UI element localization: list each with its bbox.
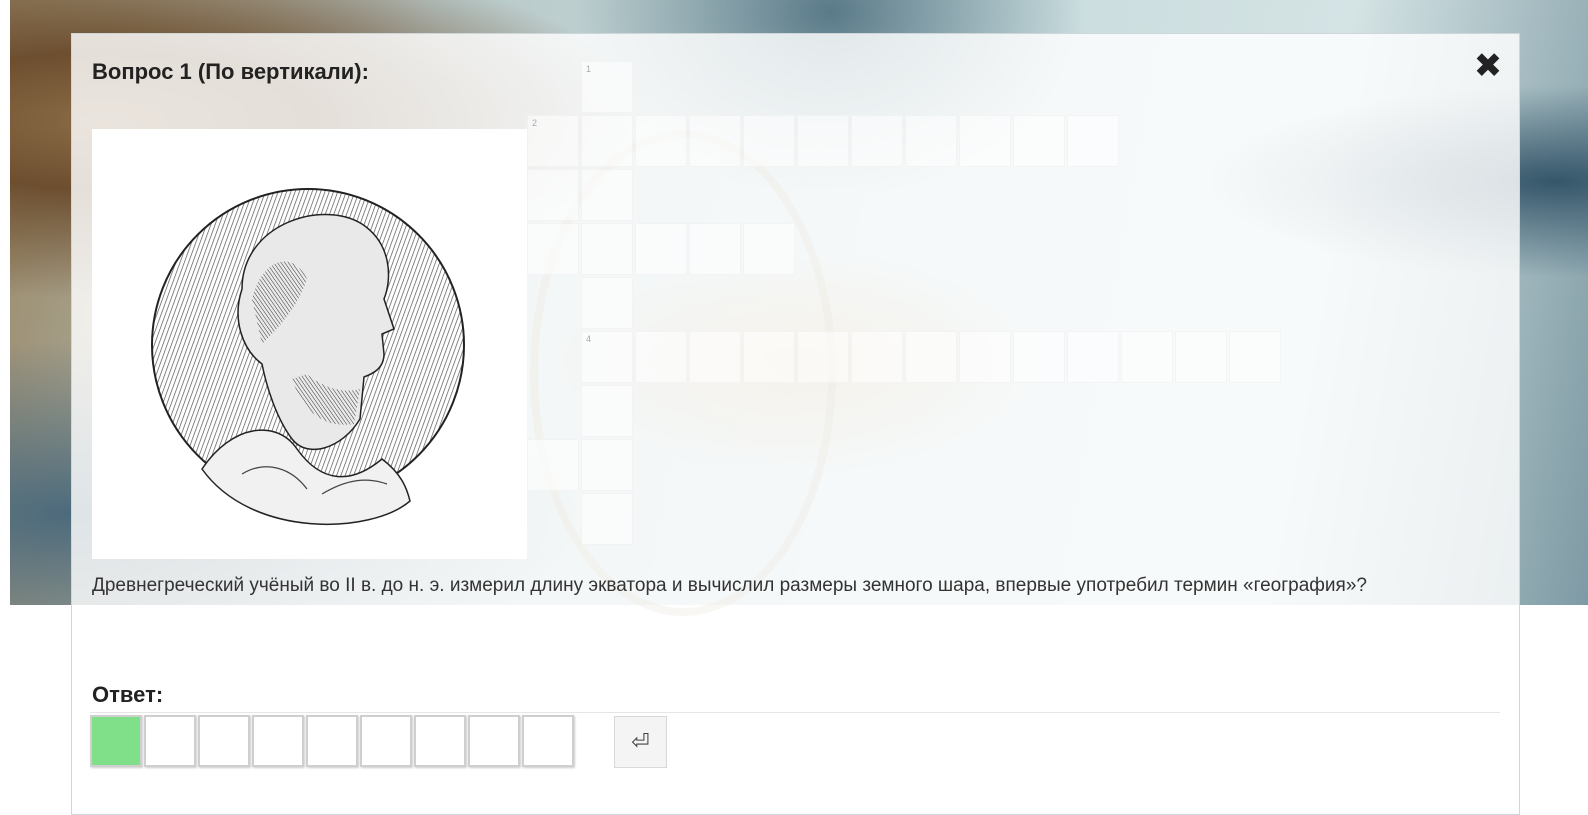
answer-label: Ответ: xyxy=(92,682,164,707)
crossword-cell[interactable] xyxy=(959,115,1011,167)
crossword-cell[interactable] xyxy=(743,115,795,167)
crossword-cell[interactable] xyxy=(797,331,849,383)
crossword-cell[interactable] xyxy=(851,115,903,167)
clue-number: 1 xyxy=(586,64,592,74)
crossword-cell[interactable] xyxy=(1229,331,1281,383)
crossword-cell[interactable] xyxy=(527,169,579,221)
portrait-engraving-image xyxy=(151,188,465,525)
crossword-cell[interactable] xyxy=(527,439,579,491)
question-dialog: 1 4 2 Вопрос 1 (По вертикали): ✖ Древнегре… xyxy=(71,33,1520,815)
crossword-cell[interactable] xyxy=(581,223,633,275)
crossword-cell[interactable] xyxy=(581,169,633,221)
question-title: Вопрос 1 (По вертикали): xyxy=(92,59,369,84)
answer-letter-cell[interactable] xyxy=(414,715,466,767)
crossword-cell[interactable] xyxy=(689,331,741,383)
crossword-cell[interactable] xyxy=(527,223,579,275)
crossword-cell[interactable]: 1 xyxy=(581,61,633,113)
crossword-cell[interactable] xyxy=(635,223,687,275)
crossword-cell[interactable] xyxy=(1013,331,1065,383)
answer-letter-cell[interactable] xyxy=(468,715,520,767)
answer-letter-cell[interactable] xyxy=(360,715,412,767)
crossword-cell[interactable] xyxy=(1175,331,1227,383)
crossword-cell[interactable] xyxy=(581,385,633,437)
crossword-cell[interactable]: 4 xyxy=(581,331,633,383)
clue-number: 2 xyxy=(532,118,538,128)
crossword-cell[interactable] xyxy=(635,331,687,383)
clue-number: 4 xyxy=(586,334,592,344)
answer-letter-cell[interactable] xyxy=(306,715,358,767)
crossword-cell[interactable] xyxy=(581,493,633,545)
crossword-cell[interactable] xyxy=(905,331,957,383)
crossword-cell[interactable] xyxy=(581,277,633,329)
crossword-cell[interactable] xyxy=(743,331,795,383)
answer-letter-cell[interactable] xyxy=(522,715,574,767)
crossword-cell[interactable] xyxy=(689,115,741,167)
answer-letter-cell[interactable] xyxy=(252,715,304,767)
crossword-cell[interactable] xyxy=(959,331,1011,383)
answer-row: ⏎ xyxy=(90,712,1500,769)
crossword-cell[interactable] xyxy=(581,115,633,167)
answer-letter-cell[interactable] xyxy=(90,715,142,767)
crossword-cell[interactable] xyxy=(797,115,849,167)
answer-letter-cell[interactable] xyxy=(198,715,250,767)
question-text: Древнегреческий учёный во II в. до н. э.… xyxy=(92,575,1367,596)
crossword-cell[interactable] xyxy=(743,223,795,275)
portrait-image xyxy=(92,129,527,559)
answer-letter-cell[interactable] xyxy=(144,715,196,767)
crossword-cell[interactable] xyxy=(1067,115,1119,167)
crossword-cell[interactable] xyxy=(851,331,903,383)
crossword-cell[interactable] xyxy=(581,439,633,491)
crossword-cell[interactable] xyxy=(1013,115,1065,167)
crossword-cell[interactable] xyxy=(1067,331,1119,383)
crossword-cell[interactable] xyxy=(1121,331,1173,383)
crossword-cell[interactable]: 2 xyxy=(527,115,579,167)
crossword-cell[interactable] xyxy=(905,115,957,167)
crossword-cell[interactable] xyxy=(689,223,741,275)
crossword-cell[interactable] xyxy=(635,115,687,167)
close-icon[interactable]: ✖ xyxy=(1470,48,1506,84)
enter-icon[interactable]: ⏎ xyxy=(614,716,667,768)
